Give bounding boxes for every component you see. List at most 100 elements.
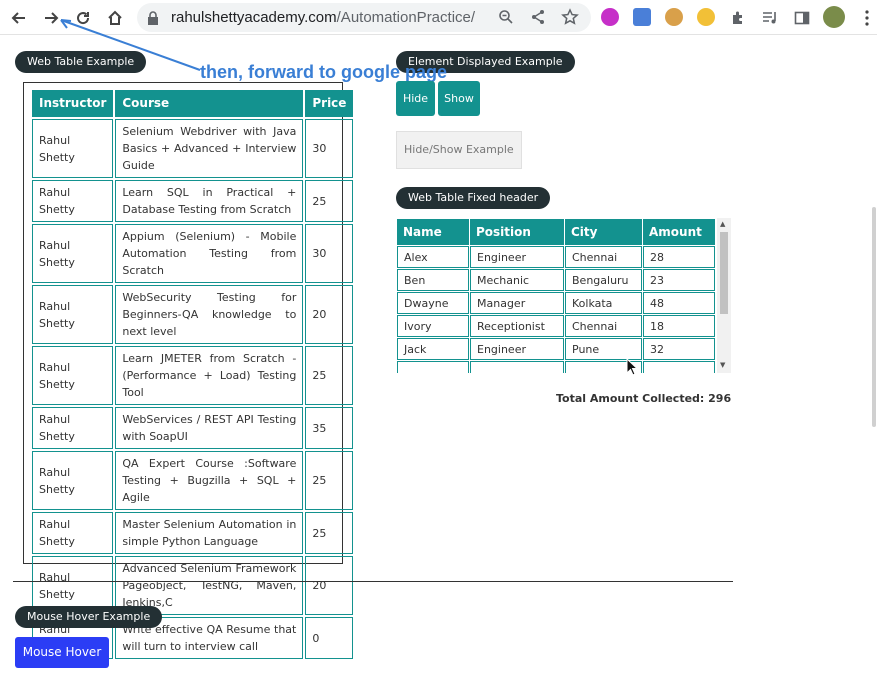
partial-cell xyxy=(470,361,564,373)
table-row xyxy=(397,361,715,373)
amount-cell: 23 xyxy=(643,269,715,291)
media-control-icon[interactable] xyxy=(758,6,782,30)
table-row: Rahul Shetty Learn SQL in Practical + Da… xyxy=(32,180,354,222)
name-cell: Alex xyxy=(397,246,469,268)
position-cell: Engineer xyxy=(470,246,564,268)
web-table-example-label: Web Table Example xyxy=(15,51,147,73)
header-city: City xyxy=(565,219,642,245)
price-cell: 25 xyxy=(305,180,354,222)
speed-extension-icon[interactable] xyxy=(697,8,715,26)
mouse-cursor-icon xyxy=(626,358,638,376)
header-price: Price xyxy=(305,90,354,117)
price-cell: 0 xyxy=(305,617,354,659)
name-cell: Dwayne xyxy=(397,292,469,314)
position-cell: Mechanic xyxy=(470,269,564,291)
extensions-puzzle-icon[interactable] xyxy=(726,6,750,30)
table-row: Rahul Shetty Appium (Selenium) - Mobile … xyxy=(32,224,354,283)
course-cell: WebServices / REST API Testing with Soap… xyxy=(115,407,304,449)
name-cell: Ben xyxy=(397,269,469,291)
price-cell: 30 xyxy=(305,119,354,178)
fixed-table-header-row: Name Position City Amount xyxy=(397,219,715,245)
header-amount: Amount xyxy=(643,219,715,245)
course-cell: Appium (Selenium) - Mobile Automation Te… xyxy=(115,224,304,283)
position-cell: Manager xyxy=(470,292,564,314)
course-cell: QA Expert Course :Software Testing + Bug… xyxy=(115,451,304,510)
translate-extension-icon[interactable] xyxy=(633,8,651,26)
back-arrow-icon[interactable] xyxy=(7,6,31,30)
course-cell: Learn SQL in Practical + Database Testin… xyxy=(115,180,304,222)
cookie-extension-icon[interactable] xyxy=(665,8,683,26)
fixed-table-scrollbar[interactable]: ▲ ▼ xyxy=(717,218,731,373)
position-cell: Receptionist xyxy=(470,315,564,337)
price-cell: 35 xyxy=(305,407,354,449)
address-bar[interactable]: rahulshettyacademy.com/AutomationPractic… xyxy=(137,3,591,32)
table-row: Ivory Receptionist Chennai 18 xyxy=(397,315,715,337)
hide-button[interactable]: Hide xyxy=(396,81,435,116)
url-path: /AutomationPractice/ xyxy=(336,9,476,26)
header-course: Course xyxy=(115,90,304,117)
amount-cell: 18 xyxy=(643,315,715,337)
scroll-down-arrow-icon[interactable]: ▼ xyxy=(720,361,725,369)
course-cell: Master Selenium Automation in simple Pyt… xyxy=(115,512,304,554)
table-row: Rahul Shetty Learn JMETER from Scratch -… xyxy=(32,346,354,405)
position-cell: Engineer xyxy=(470,338,564,360)
instructor-cell: Rahul Shetty xyxy=(32,119,114,178)
mouse-hover-button[interactable]: Mouse Hover xyxy=(15,637,109,668)
table-row: Jack Engineer Pune 32 xyxy=(397,338,715,360)
hide-show-input[interactable]: Hide/Show Example xyxy=(396,131,522,169)
scrollbar-thumb[interactable] xyxy=(720,232,728,314)
instructor-cell: Rahul Shetty xyxy=(32,285,114,344)
header-instructor: Instructor xyxy=(32,90,114,117)
name-cell: Jack xyxy=(397,338,469,360)
profile-avatar[interactable] xyxy=(823,6,845,28)
instructor-cell: Rahul Shetty xyxy=(32,224,114,283)
name-cell: Ivory xyxy=(397,315,469,337)
instructor-cell: Rahul Shetty xyxy=(32,407,114,449)
price-cell: 20 xyxy=(305,285,354,344)
city-cell: Chennai xyxy=(565,246,642,268)
partial-cell xyxy=(397,361,469,373)
total-amount-label: Total Amount Collected: 296 xyxy=(556,392,732,405)
fixed-header-table-container[interactable]: Name Position City Amount Alex Engineer … xyxy=(396,218,731,373)
table-row: Ben Mechanic Bengaluru 23 xyxy=(397,269,715,291)
price-cell: 25 xyxy=(305,512,354,554)
city-cell: Kolkata xyxy=(565,292,642,314)
page-scrollbar[interactable] xyxy=(872,207,876,427)
course-table-header-row: Instructor Course Price xyxy=(32,90,354,117)
price-cell: 30 xyxy=(305,224,354,283)
share-icon[interactable] xyxy=(530,9,546,29)
price-cell: 25 xyxy=(305,451,354,510)
amount-cell: 48 xyxy=(643,292,715,314)
course-cell: Learn JMETER from Scratch - (Performance… xyxy=(115,346,304,405)
zoom-icon[interactable] xyxy=(498,9,514,29)
extension-1-icon[interactable] xyxy=(601,8,619,26)
course-cell: Selenium Webdriver with Java Basics + Ad… xyxy=(115,119,304,178)
header-name: Name xyxy=(397,219,469,245)
table-row: Dwayne Manager Kolkata 48 xyxy=(397,292,715,314)
amount-cell: 28 xyxy=(643,246,715,268)
price-cell: 25 xyxy=(305,346,354,405)
partial-cell xyxy=(643,361,715,373)
show-button[interactable]: Show xyxy=(438,81,480,116)
url-text: rahulshettyacademy.com/AutomationPractic… xyxy=(171,9,475,26)
instructor-cell: Rahul Shetty xyxy=(32,451,114,510)
scroll-up-arrow-icon[interactable]: ▲ xyxy=(720,220,725,228)
amount-cell: 32 xyxy=(643,338,715,360)
menu-kebab-icon[interactable] xyxy=(855,6,877,30)
fixed-header-table: Name Position City Amount Alex Engineer … xyxy=(396,218,716,373)
header-position: Position xyxy=(470,219,564,245)
instructor-cell: Rahul Shetty xyxy=(32,346,114,405)
instructor-cell: Rahul Shetty xyxy=(32,180,114,222)
side-panel-icon[interactable] xyxy=(790,6,814,30)
bookmark-star-icon[interactable] xyxy=(561,8,579,30)
table-row: Rahul Shetty WebSecurity Testing for Beg… xyxy=(32,285,354,344)
table-row: Rahul Shetty Selenium Webdriver with Jav… xyxy=(32,119,354,178)
table-row: Rahul Shetty QA Expert Course :Software … xyxy=(32,451,354,510)
mouse-hover-example-label: Mouse Hover Example xyxy=(15,606,163,628)
city-cell: Pune xyxy=(565,338,642,360)
course-table: Instructor Course Price Rahul Shetty Sel… xyxy=(30,88,355,661)
price-cell: 20 xyxy=(305,556,354,615)
city-cell: Bengaluru xyxy=(565,269,642,291)
instructor-cell: Rahul Shetty xyxy=(32,512,114,554)
city-cell: Chennai xyxy=(565,315,642,337)
